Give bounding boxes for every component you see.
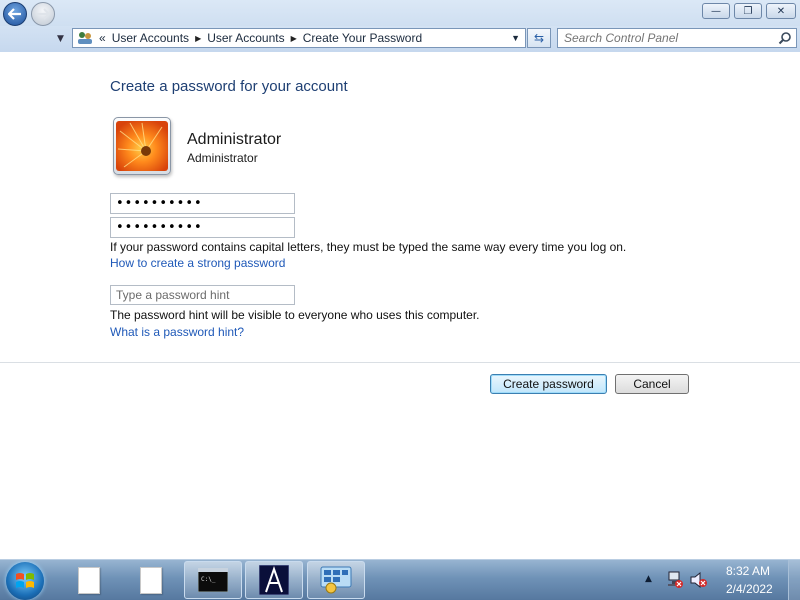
- taskbar-item-document-1[interactable]: [60, 561, 118, 599]
- strong-password-link[interactable]: How to create a strong password: [110, 256, 285, 270]
- hint-visibility-note: The password hint will be visible to eve…: [110, 308, 480, 322]
- address-bar[interactable]: « User Accounts ▶ User Accounts ▶ Create…: [72, 28, 526, 48]
- back-button[interactable]: [3, 2, 27, 26]
- taskbar-item-command-prompt[interactable]: C:\_: [184, 561, 242, 599]
- cancel-button[interactable]: Cancel: [615, 374, 689, 394]
- show-desktop-button[interactable]: [788, 560, 800, 600]
- back-arrow-icon: [8, 8, 21, 20]
- app-a-icon: [259, 565, 289, 595]
- refresh-button[interactable]: ⇆: [527, 28, 551, 48]
- restore-button[interactable]: ❐: [734, 3, 762, 19]
- search-icon[interactable]: [778, 31, 792, 45]
- address-dropdown-icon[interactable]: ▼: [511, 33, 520, 43]
- volume-muted-icon[interactable]: [690, 572, 708, 588]
- taskbar-item-document-2[interactable]: [122, 561, 180, 599]
- flower-picture-icon: [116, 121, 168, 171]
- svg-text:C:\_: C:\_: [201, 576, 216, 583]
- network-icon[interactable]: [666, 571, 684, 589]
- page-title: Create a password for your account: [110, 78, 348, 95]
- confirm-password-field[interactable]: [110, 217, 295, 238]
- minimize-button[interactable]: —: [702, 3, 730, 19]
- command-prompt-icon: C:\_: [198, 568, 228, 592]
- breadcrumb-separator-icon[interactable]: ▶: [195, 34, 201, 43]
- address-overflow-chevron[interactable]: «: [99, 31, 106, 45]
- document-icon: [78, 566, 100, 594]
- refresh-icon: ⇆: [533, 31, 545, 45]
- forward-arrow-icon: [37, 8, 50, 20]
- close-button[interactable]: ✕: [766, 3, 796, 19]
- taskbar-item-app-a[interactable]: [245, 561, 303, 599]
- taskbar-item-control-panel[interactable]: [307, 561, 365, 599]
- clock-time[interactable]: 8:32 AM: [726, 564, 770, 578]
- account-name: Administrator: [187, 131, 282, 148]
- window-title-bar: — ❐ ✕: [0, 0, 800, 26]
- caps-lock-note: If your password contains capital letter…: [110, 240, 627, 254]
- control-panel-icon: [320, 566, 352, 594]
- password-hint-field[interactable]: [110, 285, 295, 305]
- search-box: [557, 28, 797, 48]
- document-icon: [140, 566, 162, 594]
- breadcrumb-user-accounts-1[interactable]: User Accounts: [112, 31, 189, 45]
- new-password-field[interactable]: [110, 193, 295, 214]
- account-type: Administrator: [187, 151, 258, 165]
- search-input[interactable]: [558, 29, 780, 47]
- windows-logo-icon: [16, 573, 34, 588]
- password-hint-help-link[interactable]: What is a password hint?: [110, 325, 244, 339]
- minimize-icon: —: [711, 5, 721, 17]
- recent-pages-dropdown[interactable]: ▼: [57, 34, 64, 44]
- divider: [0, 362, 800, 363]
- start-button[interactable]: [6, 562, 44, 600]
- breadcrumb-separator-icon[interactable]: ▶: [291, 34, 297, 43]
- create-password-button[interactable]: Create password: [490, 374, 607, 394]
- avatar: [113, 117, 171, 175]
- close-icon: ✕: [776, 5, 786, 17]
- breadcrumb-user-accounts-2[interactable]: User Accounts: [207, 31, 284, 45]
- control-panel-icon: [77, 31, 93, 45]
- forward-button[interactable]: [31, 2, 55, 26]
- show-hidden-icons-button[interactable]: ▲: [645, 574, 652, 584]
- restore-icon: ❐: [743, 5, 753, 17]
- clock-date[interactable]: 2/4/2022: [726, 582, 773, 596]
- breadcrumb-create-your-password[interactable]: Create Your Password: [303, 31, 422, 45]
